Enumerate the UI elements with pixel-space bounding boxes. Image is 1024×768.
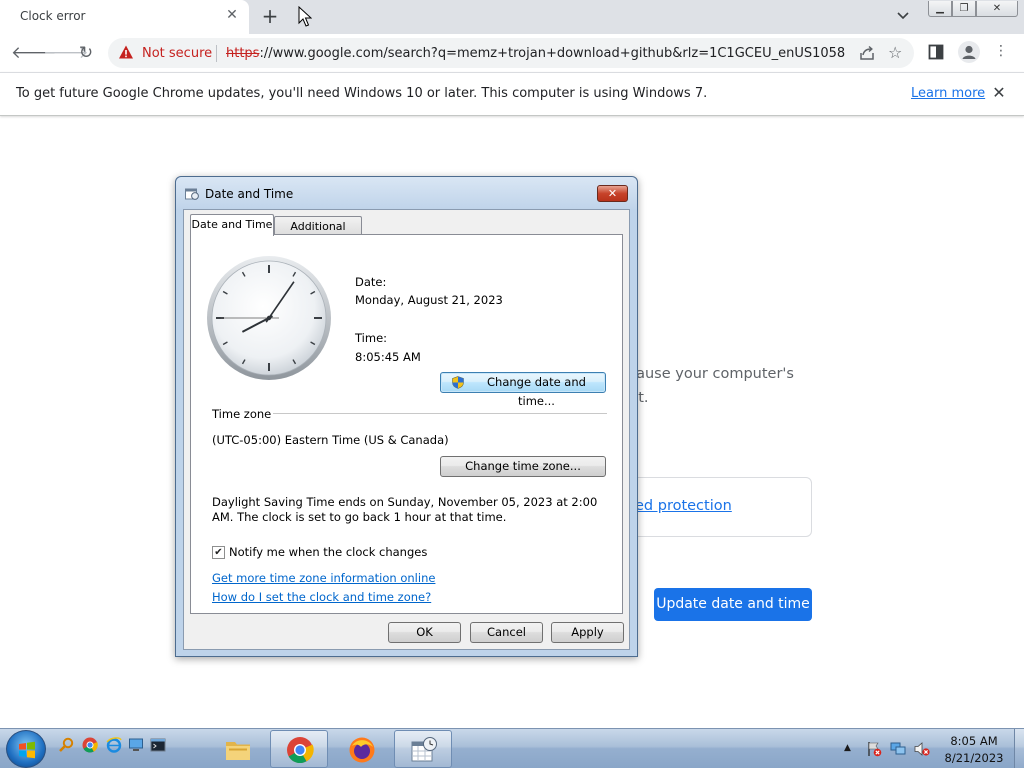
- start-button[interactable]: [6, 730, 46, 768]
- notify-checkbox[interactable]: ✔: [212, 546, 225, 559]
- window-restore-button[interactable]: ❐: [952, 1, 976, 17]
- volume-muted-icon[interactable]: [914, 741, 930, 757]
- ok-button[interactable]: OK: [388, 622, 461, 643]
- update-infobar: To get future Google Chrome updates, you…: [0, 72, 1024, 116]
- search-magnifier-icon[interactable]: [58, 737, 74, 753]
- taskbar-firefox[interactable]: [332, 730, 390, 768]
- taskbar-chrome[interactable]: [270, 730, 328, 768]
- time-zone-value: (UTC-05:00) Eastern Time (US & Canada): [212, 433, 449, 447]
- time-zone-heading: Time zone: [212, 407, 272, 421]
- time-label: Time:: [355, 331, 388, 345]
- new-tab-button[interactable]: +: [259, 5, 281, 27]
- tab-clock-error[interactable]: Clock error ✕: [0, 0, 249, 34]
- forward-button[interactable]: 🡒: [43, 42, 89, 64]
- star-icon[interactable]: ☆: [888, 43, 906, 62]
- folder-icon: [226, 742, 250, 760]
- taskbar-date-time[interactable]: [394, 730, 452, 768]
- notify-label[interactable]: Notify me when the clock changes: [229, 545, 427, 559]
- mouse-pointer-icon: [298, 6, 312, 27]
- tab-additional-clocks[interactable]: Additional Clocks: [274, 216, 362, 252]
- date-time-tab-panel: Date: Monday, August 21, 2023 Time: 8:05…: [190, 234, 623, 614]
- protection-link[interactable]: ed protection: [635, 498, 732, 514]
- chrome-icon: [287, 737, 314, 764]
- window-minimize-button[interactable]: ▁: [928, 1, 952, 17]
- dialog-title: Date and Time: [205, 187, 294, 201]
- apply-button[interactable]: Apply: [551, 622, 624, 643]
- time-zone-info-link[interactable]: Get more time zone information online: [212, 571, 435, 585]
- tab-date-and-time[interactable]: Date and Time: [190, 214, 274, 236]
- window-close-button[interactable]: ✕: [976, 1, 1018, 17]
- tab-strip: Clock error ✕ + ▁ ❐ ✕: [0, 0, 1024, 34]
- change-date-time-label: Change date and time...: [487, 375, 586, 408]
- taskbar-explorer[interactable]: [208, 730, 266, 768]
- url-text[interactable]: https://www.google.com/search?q=memz+tro…: [226, 46, 846, 61]
- command-prompt-icon[interactable]: [150, 737, 166, 753]
- tab-search-icon[interactable]: [896, 8, 914, 26]
- update-date-time-button[interactable]: Update date and time: [654, 588, 812, 621]
- address-bar[interactable]: Not secure https://www.google.com/search…: [108, 38, 914, 68]
- back-button[interactable]: 🡐: [11, 42, 57, 64]
- network-icon[interactable]: [890, 741, 906, 757]
- chrome-menu-icon[interactable]: ⋮: [994, 43, 1008, 63]
- internet-explorer-icon[interactable]: [106, 737, 122, 753]
- calendar-clock-icon: [411, 737, 437, 762]
- clock-error-line: rrect.: [610, 386, 830, 410]
- share-icon[interactable]: [858, 44, 876, 62]
- how-to-set-clock-link[interactable]: How do I set the clock and time zone?: [212, 590, 431, 604]
- windows-logo-icon: [19, 741, 35, 759]
- infobar-message: To get future Google Chrome updates, you…: [16, 86, 708, 101]
- learn-more-link[interactable]: Learn more: [911, 86, 985, 101]
- firefox-icon: [349, 737, 375, 763]
- omnibox-separator: [216, 45, 217, 62]
- taskbar: ▲ 8:05 AM 8/21/2023: [0, 728, 1024, 768]
- action-center-flag-icon[interactable]: [866, 741, 882, 757]
- dialog-close-button[interactable]: ✕: [597, 185, 628, 202]
- protection-card: ed protection: [612, 477, 812, 537]
- dst-note: Daylight Saving Time ends on Sunday, Nov…: [212, 495, 598, 524]
- side-panel-icon[interactable]: [928, 44, 944, 60]
- browser-toolbar: 🡐 🡒 ↻ Not secure https://www.google.com/…: [0, 34, 1024, 72]
- time-zone-divider: [273, 413, 607, 414]
- date-value: Monday, August 21, 2023: [355, 293, 503, 307]
- tab-close-icon[interactable]: ✕: [224, 7, 240, 25]
- uac-shield-icon: [452, 376, 464, 389]
- url-rest: ://www.google.com/search?q=memz+trojan+d…: [259, 46, 846, 61]
- show-hidden-icons-chevron[interactable]: ▲: [844, 743, 851, 753]
- warning-triangle-icon[interactable]: [118, 44, 134, 60]
- show-desktop-button[interactable]: [1014, 729, 1024, 768]
- cancel-button[interactable]: Cancel: [470, 622, 543, 643]
- time-value: 8:05:45 AM: [355, 350, 421, 364]
- infobar-close-icon[interactable]: ✕: [990, 83, 1008, 103]
- profile-avatar-icon[interactable]: [958, 41, 980, 63]
- desktop-computer-icon[interactable]: [128, 737, 144, 753]
- dialog-titlebar[interactable]: Date and Time ✕: [176, 177, 637, 209]
- tab-title: Clock error: [20, 9, 86, 23]
- not-secure-label[interactable]: Not secure: [142, 46, 212, 61]
- clock-error-text: because your computer's rrect.: [610, 362, 830, 410]
- url-scheme: https: [226, 46, 260, 61]
- taskbar-clock-time[interactable]: 8:05 AM: [944, 734, 1004, 748]
- date-time-dialog: Date and Time ✕ Date and Time Additional…: [175, 176, 638, 657]
- change-time-zone-button[interactable]: Change time zone...: [440, 456, 606, 477]
- date-label: Date:: [355, 275, 387, 289]
- dialog-body: Date and Time Additional Clocks: [183, 209, 630, 650]
- analog-clock: [207, 256, 331, 380]
- taskbar-clock-date[interactable]: 8/21/2023: [944, 751, 1004, 765]
- calendar-clock-icon: [185, 188, 199, 200]
- change-date-time-button[interactable]: Change date and time...: [440, 372, 606, 408]
- reload-button[interactable]: ↻: [75, 42, 97, 64]
- clock-error-line: because your computer's: [610, 366, 794, 382]
- chrome-quicklaunch-icon[interactable]: [82, 737, 98, 753]
